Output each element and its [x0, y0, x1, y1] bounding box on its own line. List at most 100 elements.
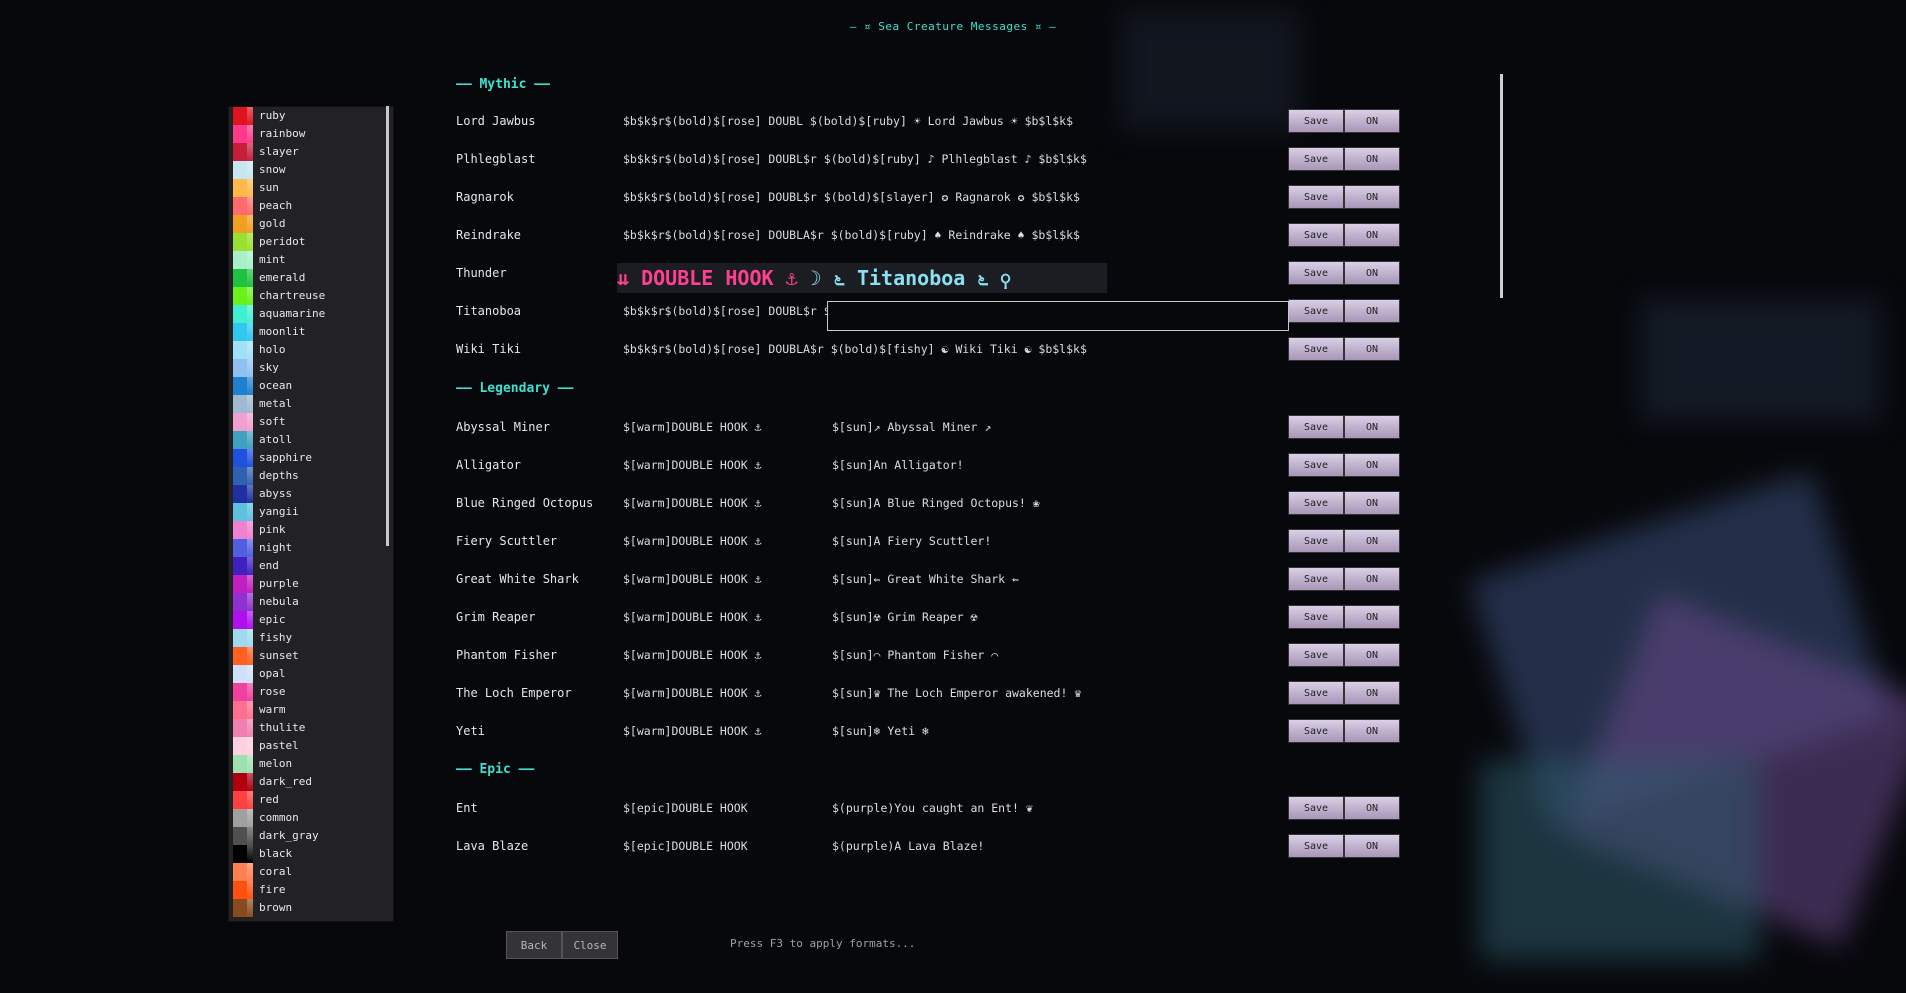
palette-item[interactable]: thulite: [229, 719, 389, 737]
double-hook-format-field[interactable]: $[warm]DOUBLE HOOK ⚓: [623, 458, 761, 472]
palette-item[interactable]: sunset: [229, 647, 389, 665]
palette-item[interactable]: fire: [229, 881, 389, 899]
on-toggle-button[interactable]: ON: [1344, 643, 1400, 667]
on-toggle-button[interactable]: ON: [1344, 681, 1400, 705]
palette-item[interactable]: snow: [229, 161, 389, 179]
save-button[interactable]: Save: [1288, 681, 1344, 705]
save-button[interactable]: Save: [1288, 719, 1344, 743]
save-button[interactable]: Save: [1288, 643, 1344, 667]
save-button[interactable]: Save: [1288, 491, 1344, 515]
save-button[interactable]: Save: [1288, 605, 1344, 629]
message-format-field[interactable]: $[sun]❄ Yeti ❄: [832, 724, 929, 738]
save-button[interactable]: Save: [1288, 223, 1344, 247]
palette-item[interactable]: common: [229, 809, 389, 827]
on-toggle-button[interactable]: ON: [1344, 719, 1400, 743]
message-format-field[interactable]: $(purple)You caught an Ent! ❦: [832, 801, 1033, 815]
save-button[interactable]: Save: [1288, 147, 1344, 171]
message-format-field[interactable]: $(purple)A Lava Blaze!: [832, 839, 984, 853]
palette-item[interactable]: nebula: [229, 593, 389, 611]
message-format-field[interactable]: $[sun]An Alligator!: [832, 458, 964, 472]
double-hook-format-field[interactable]: $[warm]DOUBLE HOOK ⚓: [623, 534, 761, 548]
message-format-field[interactable]: $[sun]⇜ Great White Shark ⇜: [832, 572, 1019, 586]
close-button[interactable]: Close: [562, 931, 618, 959]
message-format-field[interactable]: $[sun]☢ Grim Reaper ☢: [832, 610, 977, 624]
palette-item[interactable]: sun: [229, 179, 389, 197]
palette-item[interactable]: coral: [229, 863, 389, 881]
on-toggle-button[interactable]: ON: [1344, 529, 1400, 553]
color-palette-list[interactable]: ruby rainbow slayer snow sun peach gold peridot…: [228, 106, 394, 922]
format-edit-field[interactable]: [827, 301, 1289, 331]
save-button[interactable]: Save: [1288, 796, 1344, 820]
on-toggle-button[interactable]: ON: [1344, 109, 1400, 133]
palette-item[interactable]: rainbow: [229, 125, 389, 143]
message-format-field[interactable]: $[sun]A Blue Ringed Octopus! ❀: [832, 496, 1040, 510]
palette-item[interactable]: purple: [229, 575, 389, 593]
double-hook-format-field[interactable]: $[warm]DOUBLE HOOK ⚓: [623, 572, 761, 586]
double-hook-format-field[interactable]: $[epic]DOUBLE HOOK: [623, 801, 748, 815]
palette-item[interactable]: slayer: [229, 143, 389, 161]
double-hook-format-field[interactable]: $[warm]DOUBLE HOOK ⚓: [623, 648, 761, 662]
double-hook-format-field[interactable]: $[epic]DOUBLE HOOK: [623, 839, 748, 853]
palette-item[interactable]: aquamarine: [229, 305, 389, 323]
palette-item[interactable]: abyss: [229, 485, 389, 503]
palette-item[interactable]: rose: [229, 683, 389, 701]
message-format-field[interactable]: $[sun]♛ The Loch Emperor awakened! ♛: [832, 686, 1081, 700]
palette-item[interactable]: depths: [229, 467, 389, 485]
palette-item[interactable]: peach: [229, 197, 389, 215]
on-toggle-button[interactable]: ON: [1344, 453, 1400, 477]
save-button[interactable]: Save: [1288, 299, 1344, 323]
palette-item[interactable]: emerald: [229, 269, 389, 287]
palette-item[interactable]: brown: [229, 899, 389, 917]
double-hook-format-field[interactable]: $[warm]DOUBLE HOOK ⚓: [623, 724, 761, 738]
palette-item[interactable]: gold: [229, 215, 389, 233]
palette-item[interactable]: peridot: [229, 233, 389, 251]
palette-item[interactable]: ocean: [229, 377, 389, 395]
on-toggle-button[interactable]: ON: [1344, 567, 1400, 591]
palette-item[interactable]: sapphire: [229, 449, 389, 467]
palette-item[interactable]: mint: [229, 251, 389, 269]
palette-item[interactable]: yangii: [229, 503, 389, 521]
on-toggle-button[interactable]: ON: [1344, 147, 1400, 171]
message-format-field[interactable]: $b$k$r$(bold)$[rose] DOUBL$r $(bold)$[sl…: [623, 190, 1080, 204]
on-toggle-button[interactable]: ON: [1344, 796, 1400, 820]
palette-item[interactable]: pink: [229, 521, 389, 539]
double-hook-format-field[interactable]: $[warm]DOUBLE HOOK ⚓: [623, 420, 761, 434]
palette-item[interactable]: dark_red: [229, 773, 389, 791]
save-button[interactable]: Save: [1288, 529, 1344, 553]
palette-item[interactable]: ruby: [229, 107, 389, 125]
on-toggle-button[interactable]: ON: [1344, 299, 1400, 323]
save-button[interactable]: Save: [1288, 185, 1344, 209]
palette-item[interactable]: dark_gray: [229, 827, 389, 845]
save-button[interactable]: Save: [1288, 261, 1344, 285]
palette-item[interactable]: epic: [229, 611, 389, 629]
message-format-field[interactable]: $b$k$r$(bold)$[rose] DOUBL $(bold)$[ruby…: [623, 114, 1073, 128]
on-toggle-button[interactable]: ON: [1344, 185, 1400, 209]
save-button[interactable]: Save: [1288, 109, 1344, 133]
save-button[interactable]: Save: [1288, 415, 1344, 439]
on-toggle-button[interactable]: ON: [1344, 223, 1400, 247]
palette-item[interactable]: moonlit: [229, 323, 389, 341]
palette-item[interactable]: red: [229, 791, 389, 809]
double-hook-format-field[interactable]: $[warm]DOUBLE HOOK ⚓: [623, 610, 761, 624]
palette-item[interactable]: warm: [229, 701, 389, 719]
save-button[interactable]: Save: [1288, 834, 1344, 858]
message-format-field[interactable]: $[sun]↗ Abyssal Miner ↗: [832, 420, 991, 434]
main-scrollbar[interactable]: [1500, 74, 1503, 298]
on-toggle-button[interactable]: ON: [1344, 261, 1400, 285]
palette-item[interactable]: holo: [229, 341, 389, 359]
save-button[interactable]: Save: [1288, 453, 1344, 477]
double-hook-format-field[interactable]: $[warm]DOUBLE HOOK ⚓: [623, 686, 761, 700]
palette-item[interactable]: metal: [229, 395, 389, 413]
palette-item[interactable]: sky: [229, 359, 389, 377]
palette-item[interactable]: black: [229, 845, 389, 863]
back-button[interactable]: Back: [506, 931, 562, 959]
on-toggle-button[interactable]: ON: [1344, 415, 1400, 439]
on-toggle-button[interactable]: ON: [1344, 491, 1400, 515]
palette-item[interactable]: pastel: [229, 737, 389, 755]
double-hook-format-field[interactable]: $[warm]DOUBLE HOOK ⚓: [623, 496, 761, 510]
message-format-field[interactable]: $b$k$r$(bold)$[rose] DOUBLA$r $(bold)$[r…: [623, 228, 1080, 242]
palette-item[interactable]: chartreuse: [229, 287, 389, 305]
on-toggle-button[interactable]: ON: [1344, 834, 1400, 858]
palette-item[interactable]: soft: [229, 413, 389, 431]
message-format-field[interactable]: $b$k$r$(bold)$[rose] DOUBL$r $(bold)$[ru…: [623, 152, 1087, 166]
